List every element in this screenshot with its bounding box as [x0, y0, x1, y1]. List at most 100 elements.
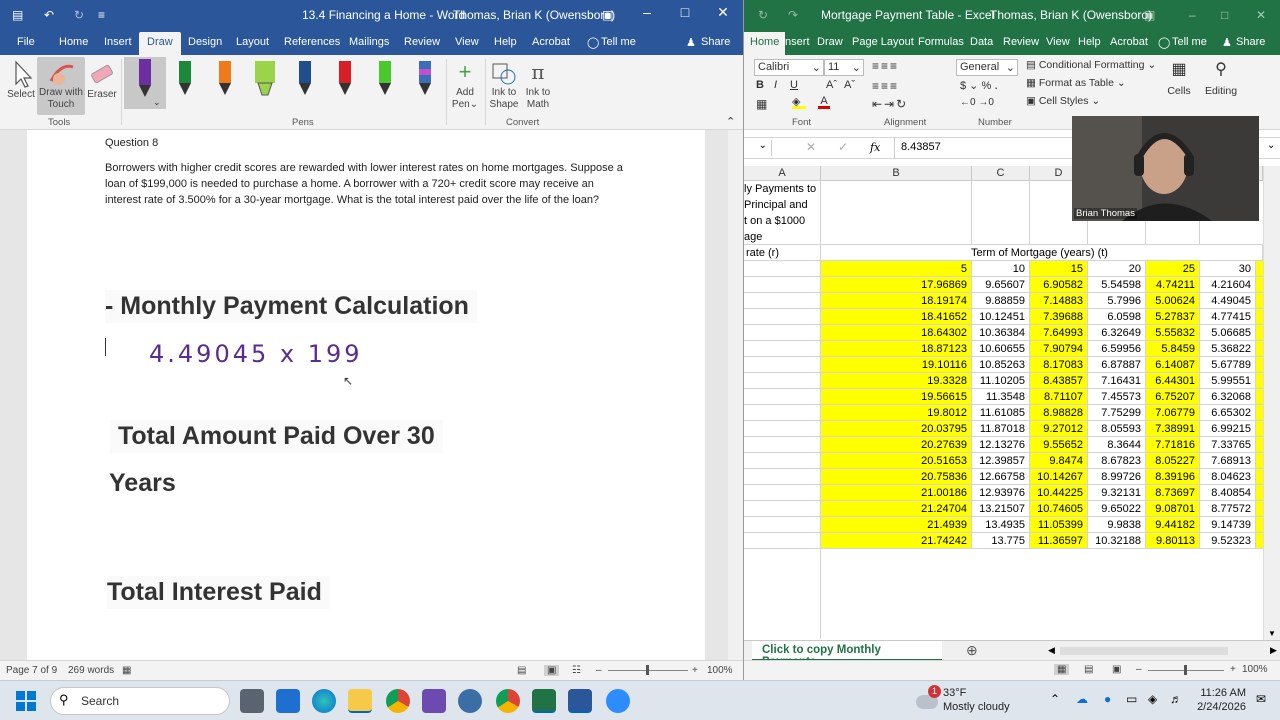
- payment-cell[interactable]: 11.36597: [1030, 533, 1088, 549]
- pen-green[interactable]: [170, 59, 200, 109]
- payment-cell[interactable]: 18.41652: [821, 309, 972, 325]
- rate-cell[interactable]: [744, 453, 821, 469]
- tell-me-search[interactable]: Tell me: [601, 36, 636, 48]
- clock-time[interactable]: 11:26 AM: [1200, 687, 1246, 699]
- rate-cell[interactable]: [744, 341, 821, 357]
- number-format-select[interactable]: General ⌄: [956, 59, 1018, 76]
- excel-tab-help[interactable]: Help: [1078, 36, 1101, 48]
- payment-cell[interactable]: 10.44225: [1030, 485, 1088, 501]
- payment-cell-overflow[interactable]: [1256, 341, 1263, 357]
- tab-review[interactable]: Review: [404, 36, 440, 48]
- rate-cell[interactable]: [744, 485, 821, 501]
- payment-cell-overflow[interactable]: [1256, 437, 1263, 453]
- payment-cell-overflow[interactable]: [1256, 517, 1263, 533]
- eraser-button[interactable]: Eraser: [86, 59, 118, 115]
- payment-cell[interactable]: 6.65302: [1200, 405, 1256, 421]
- table-title-cell[interactable]: ly Payments to Principal and t on a $100…: [744, 181, 821, 245]
- payment-cell[interactable]: 9.52323: [1200, 533, 1256, 549]
- excel-zoom-thumb[interactable]: [1184, 665, 1187, 675]
- payment-cell[interactable]: 18.87123: [821, 341, 972, 357]
- alignment-left-icons[interactable]: ≡≡≡: [872, 79, 899, 93]
- font-size-select[interactable]: 11 ⌄: [824, 59, 864, 76]
- payment-cell-overflow[interactable]: [1256, 389, 1263, 405]
- excel-vertical-scrollbar[interactable]: ▼: [1263, 166, 1280, 640]
- term-cell[interactable]: 20: [1088, 261, 1146, 277]
- tab-file[interactable]: File: [17, 36, 35, 48]
- term-row-a[interactable]: [744, 261, 821, 277]
- edge-browser-icon[interactable]: [312, 689, 336, 713]
- excel-zoom-out-icon[interactable]: –: [1136, 664, 1142, 675]
- excel-tab-review[interactable]: Review: [1003, 36, 1039, 48]
- payment-cell[interactable]: 5.99551: [1200, 373, 1256, 389]
- term-cell[interactable]: 25: [1146, 261, 1200, 277]
- cells-button[interactable]: ▦ Cells: [1164, 59, 1194, 109]
- payment-cell[interactable]: 10.60655: [972, 341, 1030, 357]
- quick-access-more-icon[interactable]: ≡: [98, 8, 105, 22]
- rate-cell[interactable]: [744, 309, 821, 325]
- onedrive-app-icon[interactable]: [458, 689, 482, 713]
- rate-cell[interactable]: [744, 517, 821, 533]
- rate-cell[interactable]: [744, 421, 821, 437]
- pen-blue[interactable]: [290, 59, 320, 109]
- tab-help[interactable]: Help: [494, 36, 517, 48]
- payment-cell[interactable]: 7.64993: [1030, 325, 1088, 341]
- read-mode-icon[interactable]: ▤: [517, 665, 526, 676]
- excel-taskbar-icon[interactable]: [532, 689, 556, 713]
- rate-cell[interactable]: [744, 373, 821, 389]
- insert-function-icon[interactable]: fx: [870, 141, 880, 154]
- term-cell[interactable]: 30: [1200, 261, 1256, 277]
- payment-cell[interactable]: 7.71816: [1146, 437, 1200, 453]
- redo-icon[interactable]: ↻: [74, 8, 84, 22]
- header-cell-b[interactable]: [821, 181, 972, 245]
- excel-redo-icon[interactable]: ↷: [788, 8, 798, 22]
- payment-cell[interactable]: 21.00186: [821, 485, 972, 501]
- payment-cell[interactable]: 8.67823: [1088, 453, 1146, 469]
- payment-cell[interactable]: 7.14883: [1030, 293, 1088, 309]
- payment-cell[interactable]: 10.12451: [972, 309, 1030, 325]
- expand-formula-icon[interactable]: ⌄: [1267, 140, 1275, 151]
- bold-button[interactable]: B: [756, 79, 764, 91]
- excel-zoom-level[interactable]: 100%: [1242, 664, 1268, 675]
- payment-cell[interactable]: 9.27012: [1030, 421, 1088, 437]
- payment-cell[interactable]: 5.67789: [1200, 357, 1256, 373]
- payment-cell[interactable]: 7.45573: [1088, 389, 1146, 405]
- page-count[interactable]: Page 7 of 9: [6, 665, 57, 676]
- payment-cell[interactable]: 20.51653: [821, 453, 972, 469]
- payment-cell-overflow[interactable]: [1256, 405, 1263, 421]
- payment-cell[interactable]: 7.38991: [1146, 421, 1200, 437]
- payment-cell[interactable]: 5.06685: [1200, 325, 1256, 341]
- rate-cell[interactable]: [744, 437, 821, 453]
- payment-cell-overflow[interactable]: [1256, 453, 1263, 469]
- payment-cell[interactable]: 12.66758: [972, 469, 1030, 485]
- weather-temp[interactable]: 33°F: [943, 687, 966, 699]
- payment-cell[interactable]: 11.61085: [972, 405, 1030, 421]
- term-label-cell[interactable]: Term of Mortgage (years) (t): [821, 245, 1263, 261]
- undo-icon[interactable]: ↶: [44, 8, 54, 22]
- format-as-table-button[interactable]: ▦ Format as Table ⌄: [1026, 77, 1126, 89]
- excel-ribbon-display-icon[interactable]: ▣: [1144, 8, 1155, 22]
- tab-acrobat[interactable]: Acrobat: [532, 36, 570, 48]
- scroll-right-icon[interactable]: ▶: [1270, 645, 1277, 656]
- tab-home[interactable]: Home: [59, 36, 88, 48]
- excel-tab-data[interactable]: Data: [970, 36, 993, 48]
- editing-button[interactable]: ⚲ Editing: [1199, 59, 1243, 109]
- pen-purple-selected[interactable]: ⌄: [124, 57, 166, 109]
- payment-cell[interactable]: 5.55832: [1146, 325, 1200, 341]
- highlighter-green[interactable]: [250, 59, 280, 109]
- indent-icons[interactable]: ⇤⇥↻: [872, 97, 908, 111]
- excel-tab-home[interactable]: Home: [744, 32, 786, 55]
- microphone-icon[interactable]: ●: [1104, 692, 1111, 706]
- decimal-icons[interactable]: ←0 →0: [960, 97, 994, 108]
- payment-cell[interactable]: 8.17083: [1030, 357, 1088, 373]
- notifications-icon[interactable]: ✉: [1256, 692, 1266, 706]
- tab-mailings[interactable]: Mailings: [349, 36, 389, 48]
- payment-cell[interactable]: 7.06779: [1146, 405, 1200, 421]
- decrease-font-icon[interactable]: Aˇ: [844, 79, 855, 91]
- payment-cell[interactable]: 6.90582: [1030, 277, 1088, 293]
- payment-cell[interactable]: 9.14739: [1200, 517, 1256, 533]
- currency-percent-icons[interactable]: $ ⌄ % ․: [960, 79, 998, 92]
- font-name-select[interactable]: Calibri ⌄: [754, 59, 824, 76]
- formula-input[interactable]: 8.43857: [901, 141, 941, 153]
- taskbar-search-box[interactable]: ⚲ Search: [50, 687, 230, 715]
- payment-cell[interactable]: 8.71107: [1030, 389, 1088, 405]
